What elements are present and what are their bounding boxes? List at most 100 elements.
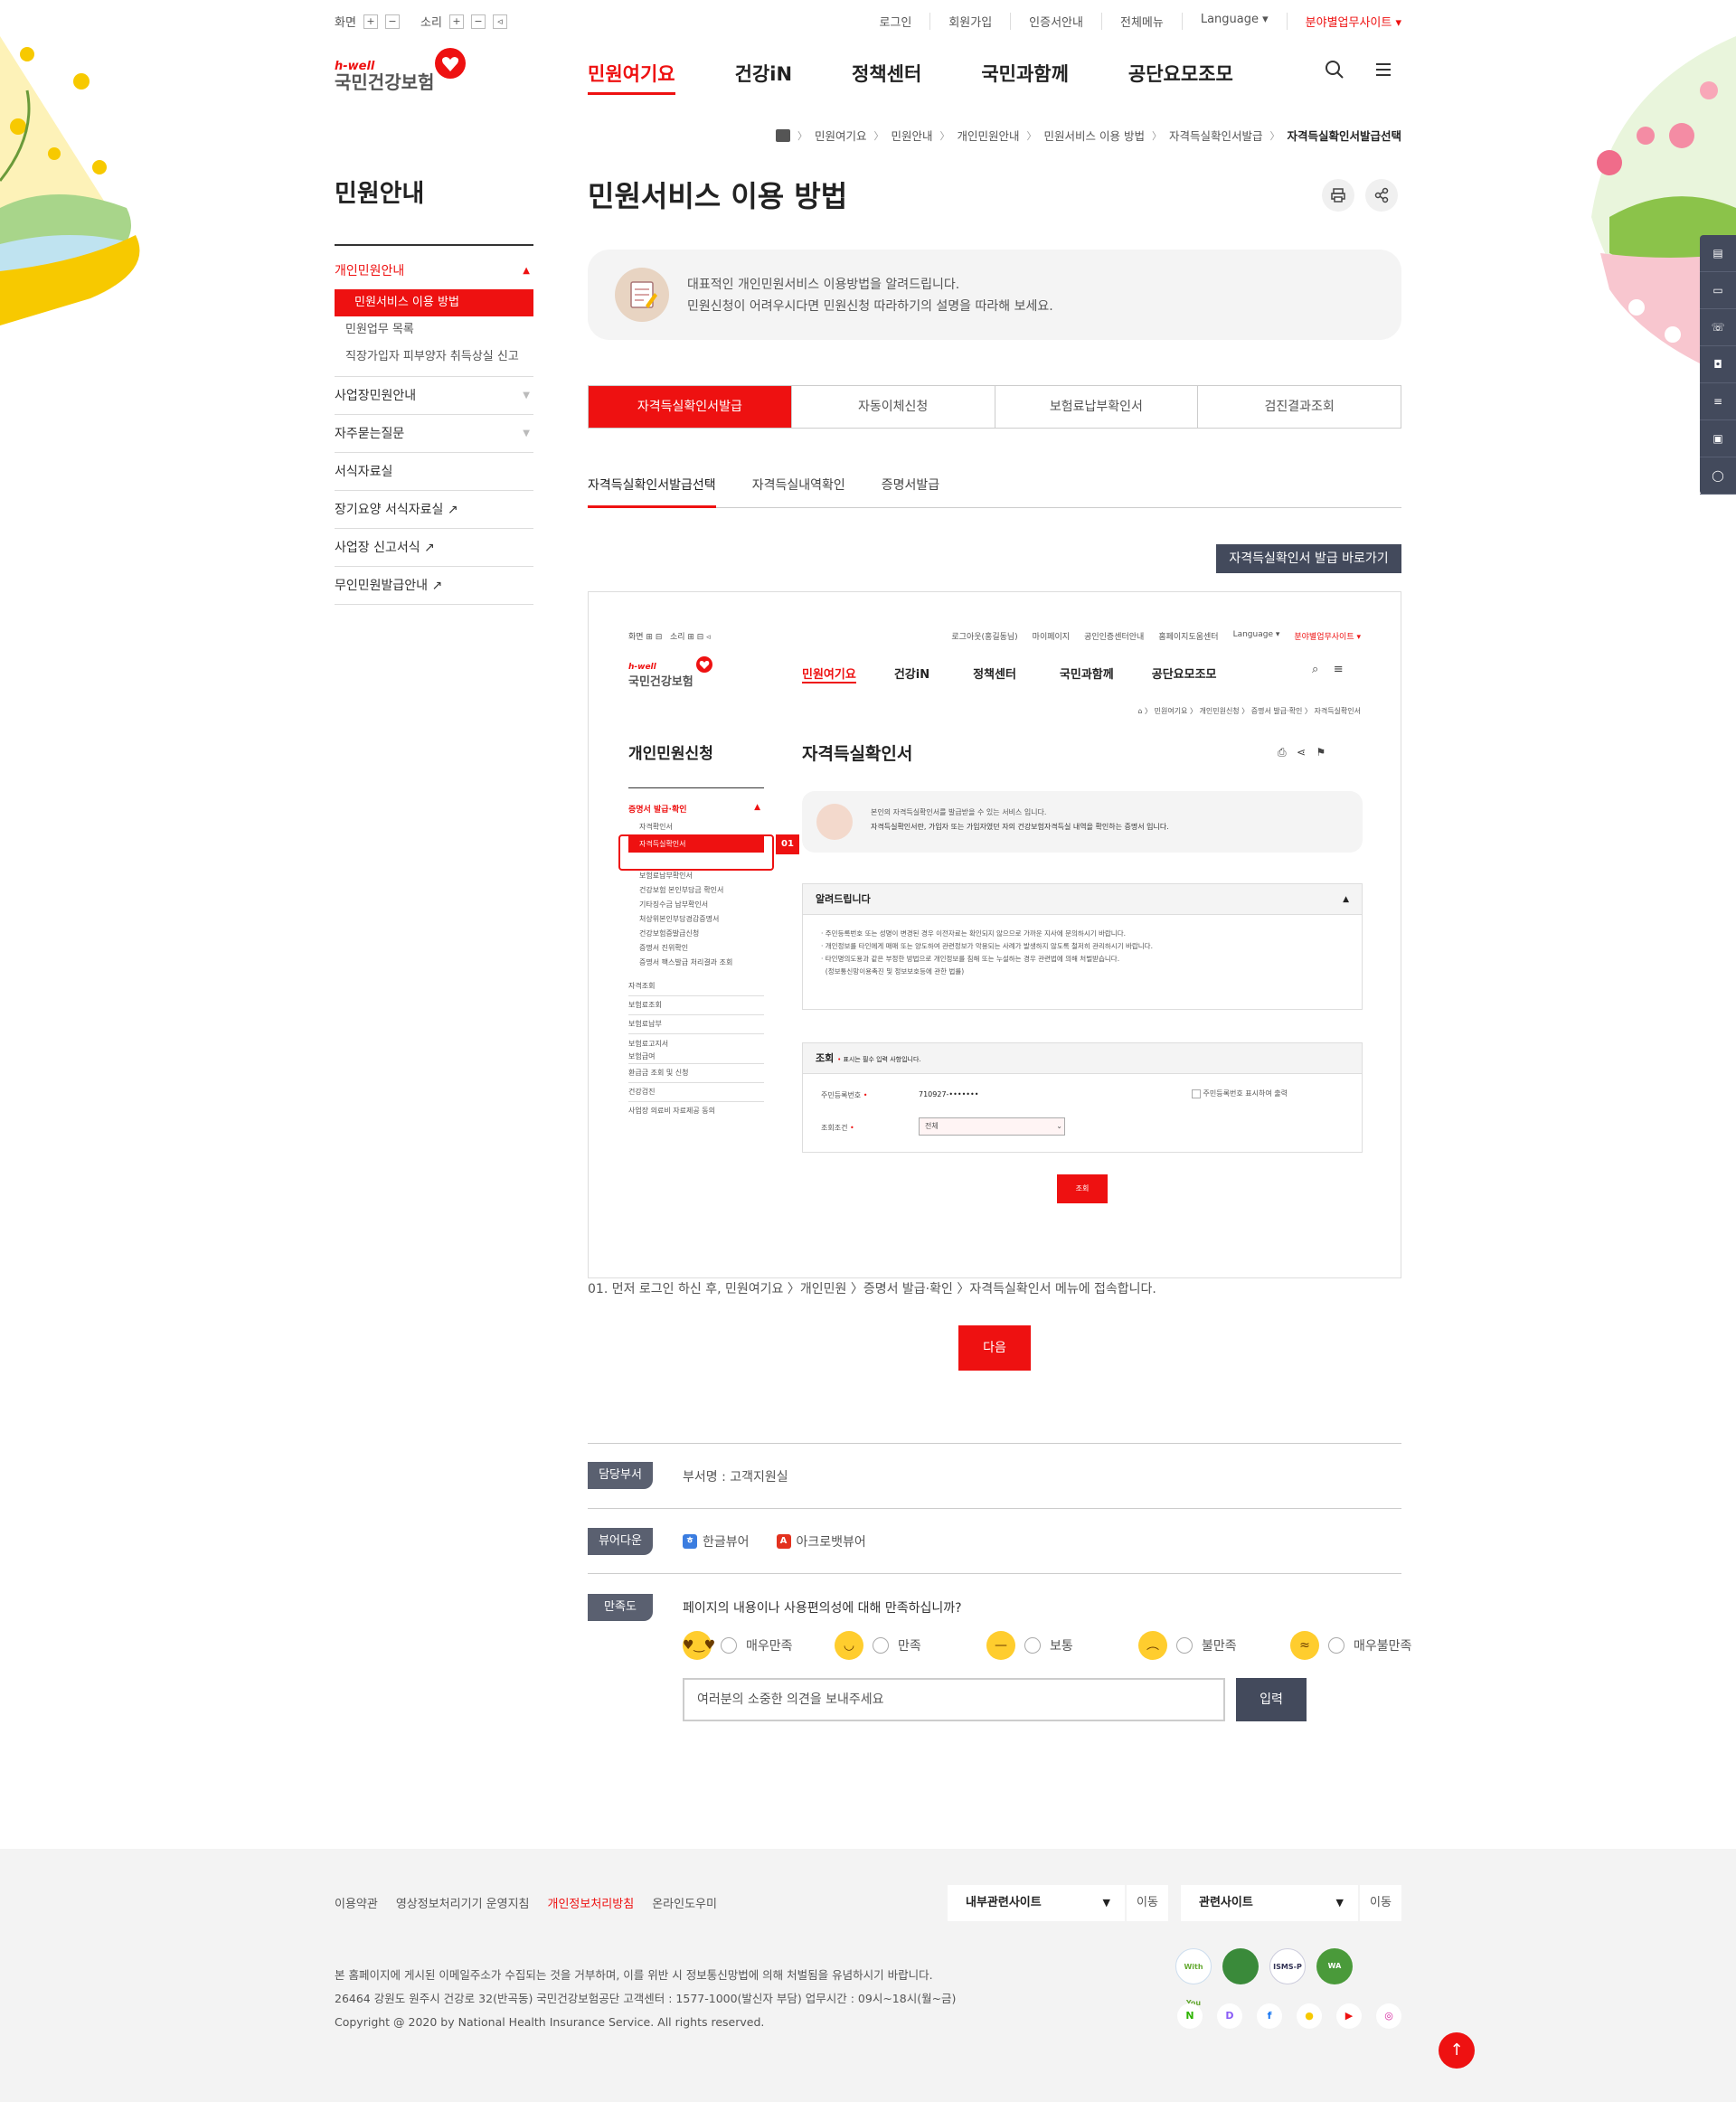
quick-list-icon[interactable]: ≡ (1700, 383, 1736, 420)
frown-emoji-icon: ︵ (1138, 1631, 1167, 1660)
lnb-item-ltc-forms[interactable]: 장기요양 서식자료실 ↗ (335, 491, 533, 529)
shot-lnb-title: 개인민원신청 (628, 745, 713, 763)
nav-with-people[interactable]: 국민과함께 (981, 60, 1069, 95)
wa-cert-icon: WA (1316, 1948, 1353, 1984)
facebook-icon[interactable]: f (1257, 2003, 1282, 2029)
acrobat-viewer-link[interactable]: A 아크로뱃뷰어 (776, 1532, 866, 1551)
page-title: 민원서비스 이용 방법 (588, 179, 848, 213)
all-menu-link[interactable]: 전체메뉴 (1100, 13, 1182, 30)
menu-icon[interactable] (1373, 60, 1393, 80)
step-tab-select[interactable]: 자격득실확인서발급선택 (588, 476, 716, 508)
footer-email-notice: 본 홈페이지에 게시된 이메일주소가 수집되는 것을 거부하며, 이를 위반 시… (335, 1968, 933, 1982)
crumb-item[interactable]: 민원안내 (891, 127, 932, 144)
cctv-policy-link[interactable]: 영상정보처리기기 운영지침 (396, 1894, 530, 1911)
family-cert-icon (1222, 1948, 1259, 1984)
crumb-item[interactable]: 개인민원안내 (958, 127, 1020, 144)
radio[interactable] (1024, 1637, 1041, 1654)
language-select[interactable]: Language ▾ (1181, 13, 1287, 30)
print-icon[interactable] (1322, 179, 1354, 212)
youtube-icon[interactable]: ▶ (1336, 2003, 1362, 2029)
chevron-down-icon: ▼ (523, 391, 530, 401)
tab-payment[interactable]: 보험료납부확인서 (994, 386, 1198, 428)
quick-phone-icon[interactable]: ☏ (1700, 309, 1736, 346)
login-link[interactable]: 로그인 (861, 13, 929, 30)
certificate-link[interactable]: 인증서안내 (1010, 13, 1101, 30)
footer-links: 이용약관 영상정보처리기기 운영지침 개인정보처리방침 온라인도우미 (335, 1894, 717, 1911)
sound-controls: 소리 + − ◃ (420, 13, 507, 30)
privacy-link[interactable]: 개인정보처리방침 (548, 1894, 635, 1911)
hwp-viewer-link[interactable]: ㅎ 한글뷰어 (683, 1532, 750, 1551)
opinion-submit-button[interactable]: 입력 (1236, 1678, 1307, 1721)
crumb-item[interactable]: 민원여기요 (815, 127, 867, 144)
volume-down-button[interactable]: − (470, 14, 486, 29)
related-sites-go-button[interactable]: 이동 (1360, 1885, 1401, 1921)
neutral-emoji-icon: — (986, 1631, 1015, 1660)
nav-health-in[interactable]: 건강iN (735, 60, 792, 95)
radio[interactable] (721, 1637, 737, 1654)
quick-document-icon[interactable]: ▤ (1700, 235, 1736, 272)
tab-qualification[interactable]: 자격득실확인서발급 (589, 386, 791, 428)
online-help-link[interactable]: 온라인도우미 (652, 1894, 717, 1911)
volume-up-button[interactable]: + (448, 14, 464, 29)
next-button[interactable]: 다음 (958, 1325, 1031, 1371)
lnb-item-faq[interactable]: 자주묻는질문 ▼ (335, 415, 533, 453)
quick-monitor-icon[interactable]: ▭ (1700, 272, 1736, 309)
radio[interactable] (1328, 1637, 1344, 1654)
tab-checkup[interactable]: 검진결과조회 (1197, 386, 1401, 428)
naver-blog-icon[interactable]: N (1177, 2003, 1203, 2029)
lnb-sub-list[interactable]: 민원업무 목록 (335, 316, 533, 344)
divider (588, 1443, 1401, 1444)
step-tab-check[interactable]: 자격득실내역확인 (752, 476, 845, 507)
zoom-in-button[interactable]: + (363, 14, 378, 29)
dept-label: 담당부서 (588, 1462, 653, 1489)
opinion-input[interactable]: 여러분의 소중한 의견을 보내주세요 (683, 1678, 1225, 1721)
nav-about[interactable]: 공단요모조모 (1128, 60, 1233, 95)
rating-very-satisfied[interactable]: ♥‿♥ 매우만족 (683, 1631, 835, 1660)
rating-dissatisfied[interactable]: ︵ 불만족 (1138, 1631, 1290, 1660)
crumb-item[interactable]: 민원서비스 이용 방법 (1044, 127, 1145, 144)
quick-lock-icon[interactable]: ◘ (1700, 346, 1736, 383)
radio[interactable] (873, 1637, 889, 1654)
page-tools (1322, 179, 1398, 212)
share-icon[interactable] (1365, 179, 1398, 212)
speaker-icon[interactable]: ◃ (492, 14, 507, 29)
lnb-item-business[interactable]: 사업장민원안내 ▼ (335, 377, 533, 415)
lnb-item-forms[interactable]: 서식자료실 (335, 453, 533, 491)
crumb-item[interactable]: 자격득실확인서발급 (1169, 127, 1263, 144)
lnb-item-kiosk[interactable]: 무인민원발급안내 ↗ (335, 567, 533, 605)
lnb-sub-usage[interactable]: 민원서비스 이용 방법 (335, 289, 533, 316)
quick-card-icon[interactable]: ▣ (1700, 420, 1736, 457)
chevron-down-icon: ▼ (523, 429, 530, 438)
nhis-logo[interactable]: h-well 국민건강보험 (335, 47, 470, 98)
go-issue-button[interactable]: 자격득실확인서 발급 바로가기 (1216, 544, 1401, 573)
daum-icon[interactable]: D (1217, 2003, 1242, 2029)
lnb-sub-report[interactable]: 직장가입자 피부양자 취득상실 신고 (335, 344, 533, 371)
kakao-icon[interactable]: ● (1297, 2003, 1322, 2029)
rating-very-dissatisfied[interactable]: ≈ 매우불만족 (1290, 1631, 1442, 1660)
intro-box: 대표적인 개인민원서비스 이용방법을 알려드립니다. 민원신청이 어려우시다면 … (588, 250, 1401, 340)
scroll-top-button[interactable]: ↑ (1439, 2032, 1475, 2069)
terms-link[interactable]: 이용약관 (335, 1894, 378, 1911)
radio[interactable] (1176, 1637, 1193, 1654)
shot-tools-icons: ⎙ ⋖ ⚑ (1278, 746, 1326, 759)
nav-minwon[interactable]: 민원여기요 (588, 60, 675, 95)
signup-link[interactable]: 회원가입 (929, 13, 1010, 30)
step-tab-issue[interactable]: 증명서발급 (882, 476, 939, 507)
home-icon[interactable] (775, 128, 790, 142)
rating-neutral[interactable]: — 보통 (986, 1631, 1138, 1660)
zoom-out-button[interactable]: − (384, 14, 400, 29)
lnb-item-personal[interactable]: 개인민원안내 ▲ (335, 262, 533, 280)
business-sites-select[interactable]: 분야별업무사이트 ▾ (1286, 13, 1401, 30)
internal-sites-go-button[interactable]: 이동 (1127, 1885, 1168, 1921)
shot-logo: h-well 국민건강보험 (628, 663, 693, 689)
search-icon[interactable] (1325, 60, 1344, 80)
rating-satisfied[interactable]: ◡ 만족 (835, 1631, 986, 1660)
tab-autopay[interactable]: 자동이체신청 (790, 386, 995, 428)
related-sites-select[interactable]: 관련사이트 ▼ (1181, 1885, 1358, 1921)
lnb-item-biz-forms[interactable]: 사업장 신고서식 ↗ (335, 529, 533, 567)
internal-sites-select[interactable]: 내부관련사이트 ▼ (948, 1885, 1125, 1921)
instagram-icon[interactable]: ◎ (1376, 2003, 1401, 2029)
nav-policy[interactable]: 정책센터 (852, 60, 921, 95)
breadcrumb: 〉 민원여기요 〉 민원안내 〉 개인민원안내 〉 민원서비스 이용 방법 〉 자격득실확… (775, 127, 1401, 144)
quick-chat-icon[interactable]: ◯ (1700, 457, 1736, 495)
